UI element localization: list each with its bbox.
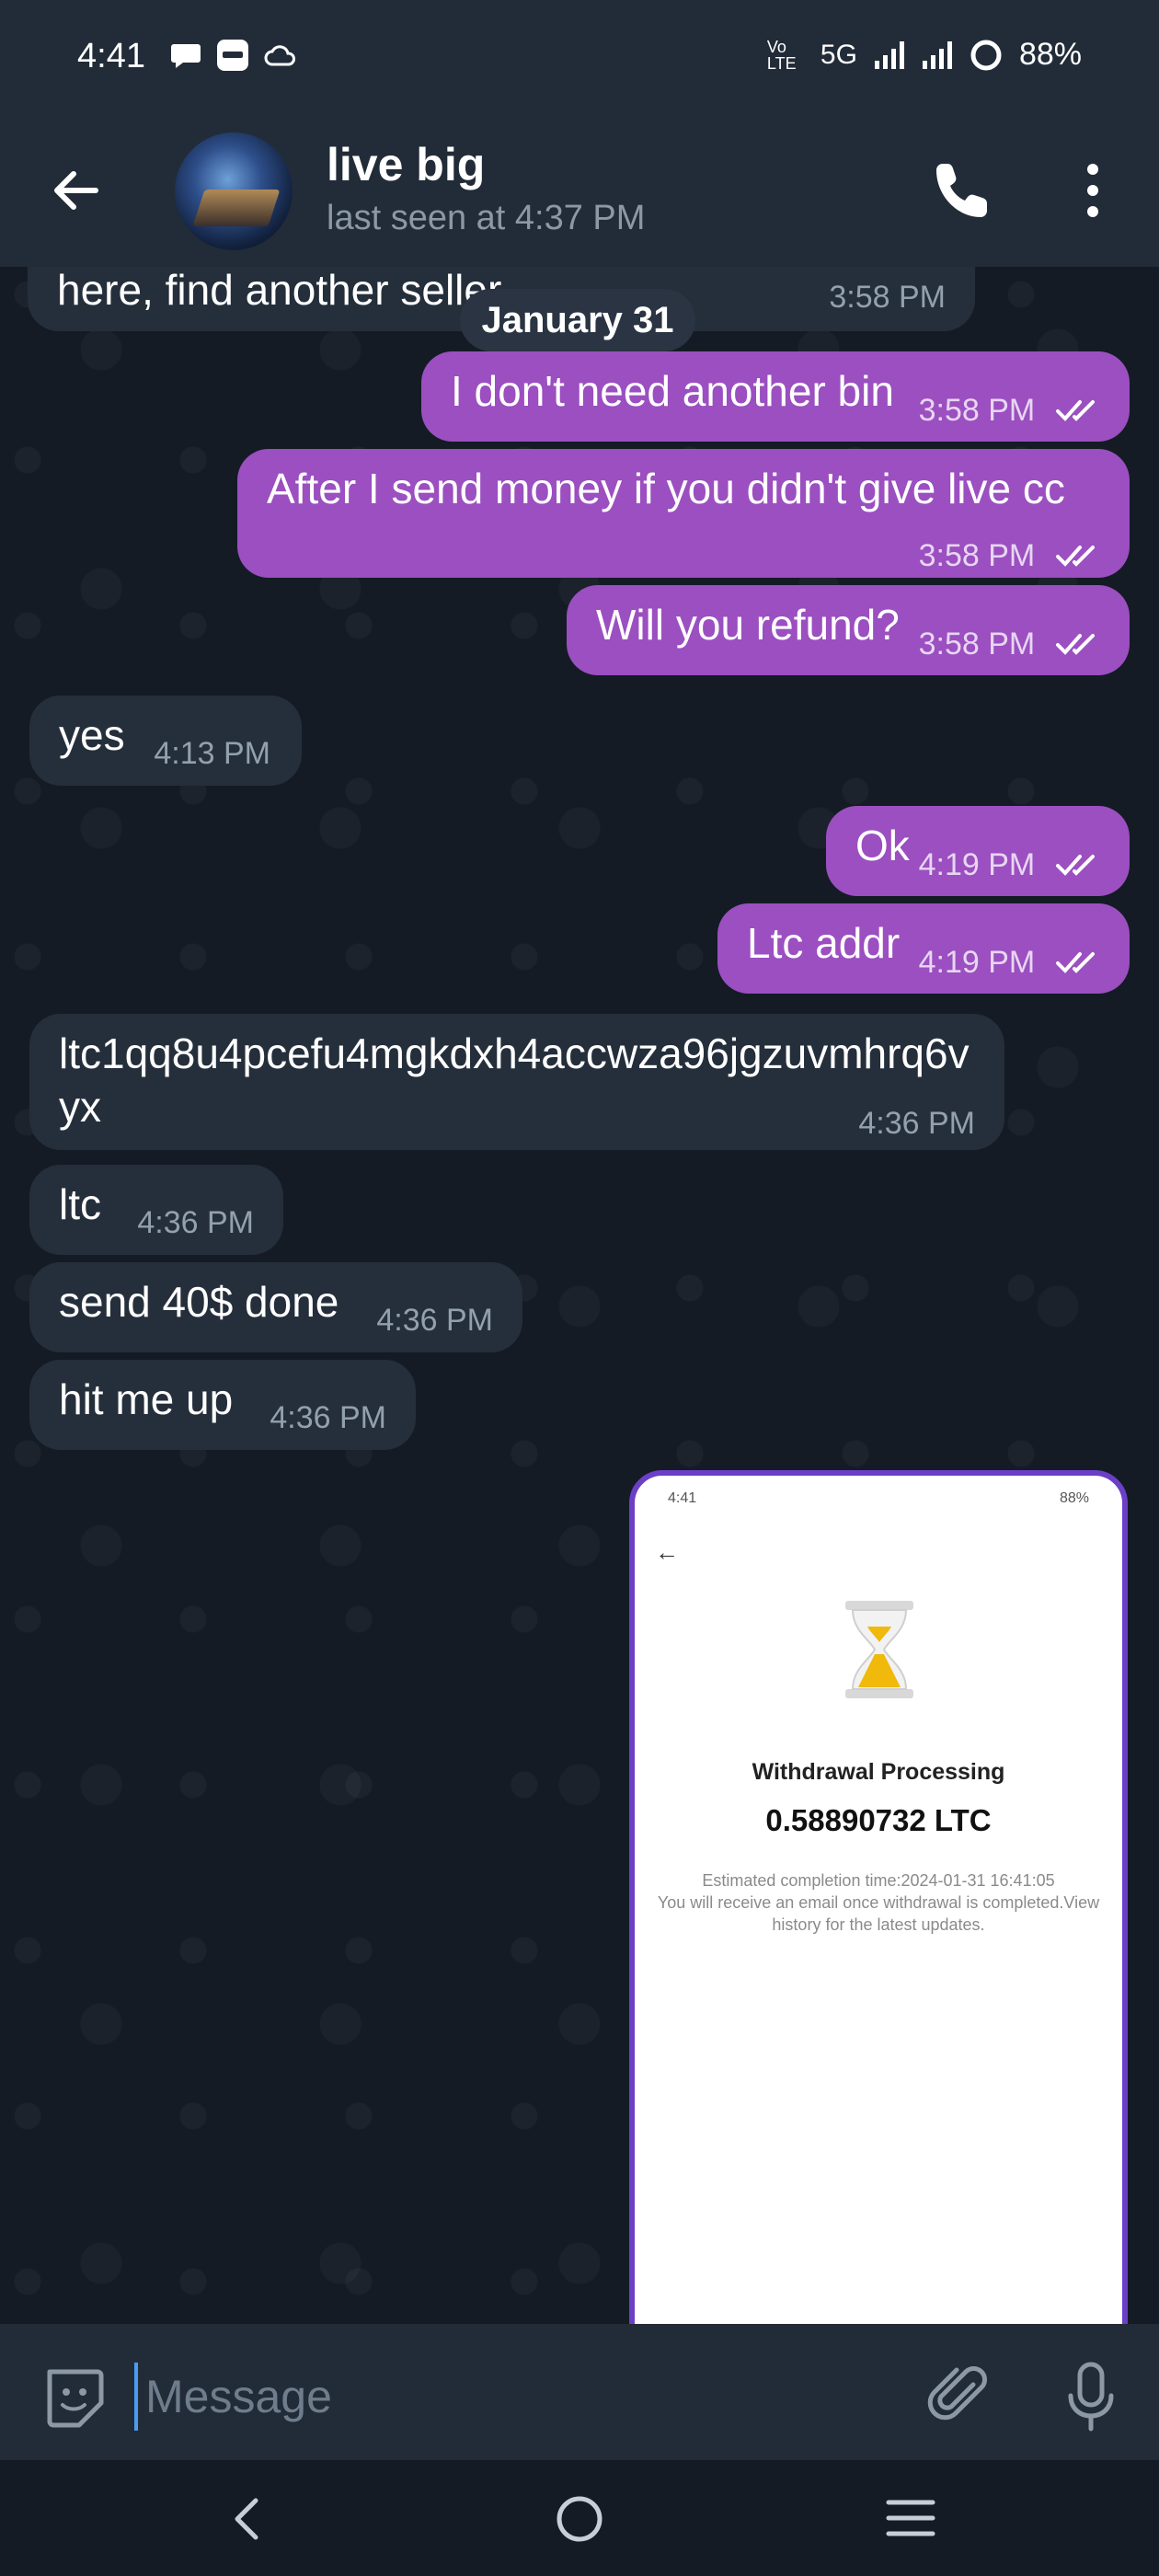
status-right: Vo LTE 5G 88%	[767, 37, 1082, 73]
screenshot-status-battery: 88%	[1059, 1490, 1089, 1506]
message-text: Will you refund?	[596, 601, 900, 649]
withdrawal-info: Estimated completion time:2024-01-31 16:…	[653, 1869, 1104, 1936]
cloud-icon	[264, 45, 295, 66]
message-incoming[interactable]: yes 4:13 PM	[29, 696, 302, 786]
message-time: 4:13 PM	[154, 736, 270, 771]
message-text: ltc1qq8u4pcefu4mgkdxh4accwza96jgzuvmhrq6…	[59, 1029, 970, 1131]
message-time: 4:19 PM	[918, 945, 1036, 980]
status-time: 4:41	[77, 37, 145, 75]
withdrawal-amount: 0.58890732 LTC	[765, 1803, 992, 1837]
message-incoming[interactable]: send 40$ done 4:36 PM	[29, 1262, 522, 1352]
double-check-icon	[1056, 633, 1095, 655]
message-time: 3:58 PM	[918, 393, 1036, 428]
signal-icon	[874, 40, 904, 69]
date-separator: January 31	[460, 289, 695, 351]
signal-icon-2	[922, 40, 952, 69]
message-outgoing[interactable]: I don't need another bin 3:58 PM	[421, 351, 1130, 442]
message-text: After I send money if you didn't give li…	[267, 465, 1065, 512]
message-text: hit me up	[59, 1375, 234, 1423]
volte-label: Vo LTE	[766, 37, 797, 73]
nav-home-icon[interactable]	[552, 2491, 607, 2547]
message-outgoing[interactable]: Will you refund? 3:58 PM	[567, 585, 1130, 675]
battery-icon	[970, 40, 1002, 70]
message-time: 4:36 PM	[376, 1303, 493, 1338]
back-arrow-icon[interactable]	[46, 161, 105, 220]
message-time: 4:19 PM	[918, 847, 1036, 882]
message-text: ltc	[59, 1180, 101, 1228]
withdrawal-eta: Estimated completion time:2024-01-31 16:…	[702, 1871, 1055, 1890]
battery-percent: 88%	[1018, 37, 1082, 72]
double-check-icon	[1056, 854, 1095, 876]
message-time: 4:36 PM	[858, 1106, 975, 1141]
message-text: here, find another seller	[57, 267, 502, 314]
chat-title[interactable]: live big	[327, 138, 485, 191]
phone-call-icon[interactable]	[931, 158, 995, 223]
message-time: 3:58 PM	[829, 280, 946, 315]
message-outgoing[interactable]: After I send money if you didn't give li…	[237, 449, 1130, 578]
message-input[interactable]	[134, 2363, 901, 2431]
withdrawal-note: You will receive an email once withdrawa…	[657, 1893, 1100, 1934]
message-outgoing[interactable]: Ok 4:19 PM	[826, 806, 1130, 896]
status-bar: 4:41 Vo LTE 5G 88%	[0, 0, 1159, 110]
message-incoming[interactable]: hit me up 4:36 PM	[29, 1360, 416, 1450]
notification-icons	[170, 39, 297, 72]
last-seen-status: last seen at 4:37 PM	[327, 199, 646, 237]
double-check-icon	[1056, 545, 1095, 567]
double-check-icon	[1056, 951, 1095, 973]
message-text: I don't need another bin	[451, 367, 894, 415]
message-text: Ltc addr	[747, 919, 901, 967]
message-list[interactable]: here, find another seller 3:58 PM Januar…	[0, 267, 1159, 2324]
message-text: Ok	[855, 822, 910, 869]
message-text: yes	[59, 711, 125, 759]
message-outgoing[interactable]: Ltc addr 4:19 PM	[717, 903, 1130, 994]
message-composer	[0, 2324, 1159, 2460]
message-time: 4:36 PM	[270, 1400, 386, 1435]
screenshot-status-time: 4:41	[668, 1490, 697, 1506]
chat-header: live big last seen at 4:37 PM	[0, 110, 1159, 268]
message-text: send 40$ done	[59, 1278, 339, 1326]
app-notification-icon	[217, 40, 248, 71]
avatar[interactable]	[175, 132, 293, 250]
nav-recents-icon[interactable]	[883, 2495, 938, 2541]
double-check-icon	[1056, 399, 1095, 421]
message-time: 3:58 PM	[918, 627, 1036, 661]
paperclip-icon[interactable]	[927, 2363, 993, 2429]
nav-back-icon[interactable]	[221, 2491, 276, 2547]
withdrawal-title: Withdrawal Processing	[752, 1759, 1005, 1785]
microphone-icon[interactable]	[1063, 2361, 1119, 2434]
image-message[interactable]: 4:41 88% ← Withdrawal Processing 0.58890…	[629, 1470, 1128, 2324]
message-incoming[interactable]: ltc1qq8u4pcefu4mgkdxh4accwza96jgzuvmhrq6…	[29, 1014, 1004, 1150]
screenshot-back-arrow-icon: ←	[655, 1538, 679, 1566]
message-incoming[interactable]: ltc 4:36 PM	[29, 1165, 283, 1255]
chat-notification-icon	[171, 44, 201, 68]
message-time: 4:36 PM	[137, 1205, 254, 1240]
message-time: 3:58 PM	[918, 538, 1036, 573]
sticker-icon[interactable]	[40, 2364, 107, 2431]
system-navigation-bar	[0, 2460, 1159, 2576]
more-options-icon[interactable]	[1074, 158, 1111, 223]
network-label: 5G	[820, 39, 857, 70]
hourglass-icon	[845, 1601, 913, 1698]
